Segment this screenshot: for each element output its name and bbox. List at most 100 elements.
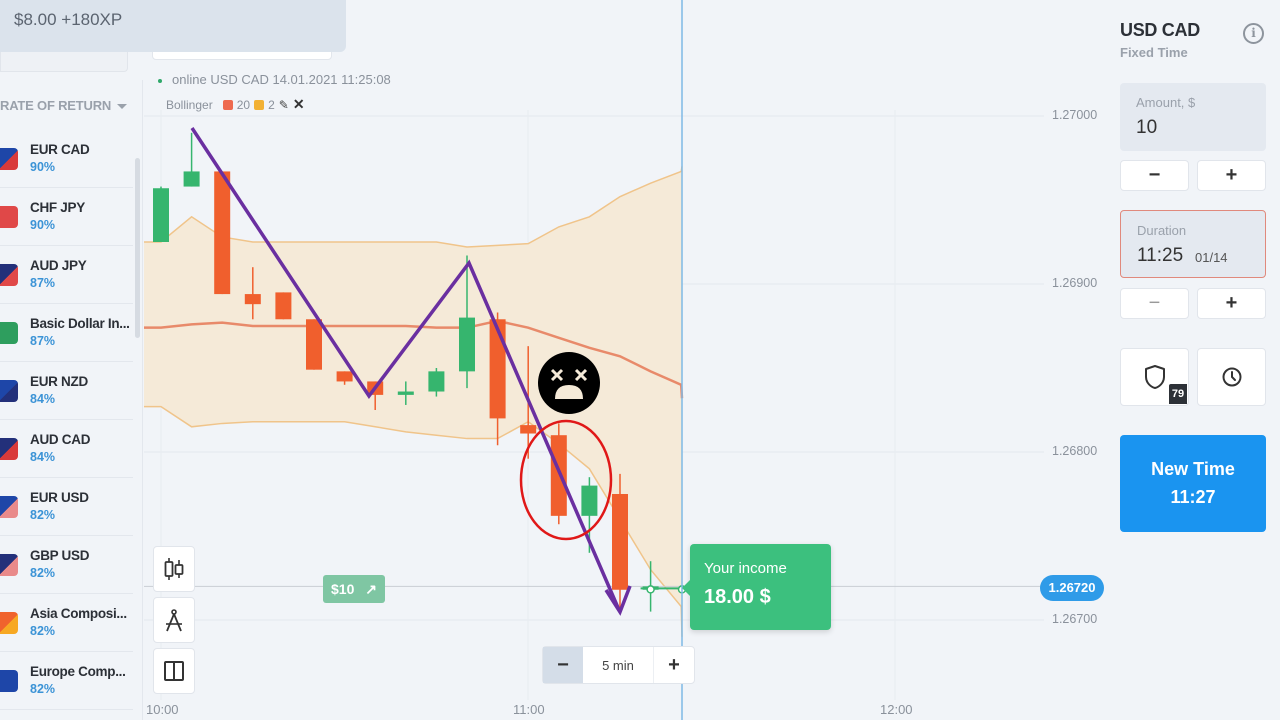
asset-title: USD CAD [1120, 20, 1200, 40]
asset-item[interactable]: Asia Composi... 82% [0, 594, 133, 652]
deal-entry-point [646, 585, 655, 594]
amount-minus-button[interactable]: − [1120, 160, 1189, 191]
candle-body [489, 319, 506, 419]
asset-item[interactable]: CHF JPY 90% [0, 188, 133, 246]
candle-body [612, 494, 628, 590]
asset-rate: 82% [30, 508, 56, 522]
asset-rate: 84% [30, 450, 56, 464]
indicator-legend: Bollinger 20 2 ✎ ✕ [166, 96, 305, 113]
duration-plus-button[interactable]: + [1197, 288, 1266, 319]
insurance-badge: 79 [1169, 384, 1187, 404]
duration-field[interactable]: Duration 11:25 01/14 [1120, 210, 1266, 278]
asia-composite-icon [0, 612, 18, 634]
asset-name: EUR USD [30, 490, 89, 505]
period-color-swatch [222, 99, 233, 110]
reward-notification: $8.00 +180XP [0, 0, 346, 52]
asset-name: Basic Dollar In... [30, 316, 130, 331]
layout-button[interactable] [153, 648, 195, 694]
x-tick-label: 11:00 [513, 702, 545, 717]
y-tick-label: 1.27000 [1052, 108, 1098, 122]
arrow-up-right-icon: ↗ [365, 581, 377, 597]
chart-area[interactable]: online USD CAD 14.01.2021 11:25:08 Bolli… [144, 0, 1120, 720]
drawing-tools-button[interactable] [153, 597, 195, 643]
bet-tag[interactable]: $10 ↗ [323, 575, 385, 603]
edit-pencil-icon[interactable]: ✎ [279, 98, 289, 112]
candle-body [214, 171, 231, 295]
timeframe-plus-button[interactable]: + [654, 647, 694, 683]
y-tick-label: 1.26800 [1052, 444, 1098, 458]
new-time-label: New Time [1151, 459, 1235, 479]
asset-name: CHF JPY [30, 200, 85, 215]
asset-item[interactable]: EUR USD 82% [0, 478, 133, 536]
asset-name: AUD JPY [30, 258, 87, 273]
status-text: online [172, 72, 207, 87]
asset-item[interactable]: EUR CAD 90% [0, 130, 133, 188]
candle-body [275, 292, 292, 320]
amount-field[interactable]: Amount, $ 10 [1120, 83, 1266, 151]
asset-item[interactable]: Europe Comp... 82% [0, 652, 133, 710]
bet-amount: $10 [331, 581, 355, 597]
aud-cad-flag [0, 438, 18, 460]
asset-rate: 82% [30, 682, 56, 696]
candle-body [244, 294, 261, 305]
asset-item[interactable]: AUD CAD 84% [0, 420, 133, 478]
deviation-color-swatch [254, 99, 265, 110]
sort-label: RATE OF RETURN [0, 98, 112, 113]
chart-symbol: USD CAD [210, 72, 269, 87]
duration-minus-button[interactable]: − [1120, 288, 1189, 319]
eur-cad-flag [0, 148, 18, 170]
duration-date: 01/14 [1195, 250, 1228, 265]
timeframe-minus-button[interactable]: − [543, 647, 583, 683]
candle-body [581, 485, 598, 516]
timeframe-label[interactable]: 5 min [583, 647, 654, 683]
insurance-button[interactable]: 79 [1120, 348, 1189, 406]
trade-mode: Fixed Time [1120, 45, 1188, 60]
online-dot-icon [158, 78, 162, 83]
caret-down-icon [117, 104, 128, 110]
asset-rate: 82% [30, 624, 56, 638]
asset-rate: 87% [30, 334, 56, 348]
asset-rate: 82% [30, 566, 56, 580]
y-tick-label: 1.26900 [1052, 276, 1098, 290]
chf-jpy-flag [0, 206, 18, 228]
asset-item[interactable]: EUR NZD 84% [0, 362, 133, 420]
new-time-value: 11:27 [1170, 487, 1216, 507]
amount-plus-button[interactable]: + [1197, 160, 1266, 191]
asset-rate: 90% [30, 218, 56, 232]
chart-timestamp: 14.01.2021 11:25:08 [272, 72, 391, 87]
asset-item[interactable]: GBP USD 82% [0, 536, 133, 594]
indicator-name: Bollinger [166, 97, 213, 112]
asset-item[interactable]: AUD JPY 87% [0, 246, 133, 304]
aud-jpy-flag [0, 264, 18, 286]
remove-indicator-icon[interactable]: ✕ [293, 96, 305, 113]
candle-body [397, 391, 414, 395]
schedule-button[interactable] [1197, 348, 1266, 406]
x-tick-label: 12:00 [880, 702, 913, 717]
duration-label: Duration [1137, 223, 1187, 238]
trade-panel: USD CAD Fixed Time i Amount, $ 10 − + Du… [1120, 0, 1280, 720]
amount-value: 10 [1136, 117, 1158, 138]
trading-app: RATE OF RETURN EUR CAD 90% CHF JPY 90% AUD J… [0, 0, 1280, 720]
new-time-button[interactable]: New Time 11:27 [1120, 435, 1266, 532]
candle-body [183, 171, 200, 187]
compass-icon [166, 609, 182, 632]
reward-text: $8.00 +180XP [14, 10, 123, 29]
asset-name: Asia Composi... [30, 606, 127, 621]
y-tick-label: 1.26700 [1052, 612, 1098, 626]
info-icon[interactable]: i [1243, 23, 1264, 44]
candle-body [428, 371, 445, 392]
asset-rate: 90% [30, 160, 56, 174]
x-tick-label: 10:00 [146, 702, 179, 717]
sidebar-scrollbar[interactable] [135, 158, 140, 338]
candle-body [153, 188, 169, 242]
sort-dropdown[interactable]: RATE OF RETURN [0, 98, 128, 113]
asset-item[interactable]: Basic Dollar In... 87% [0, 304, 133, 362]
asset-rate: 84% [30, 392, 56, 406]
timeframe-control: − 5 min + [542, 646, 695, 684]
chart-type-button[interactable] [153, 546, 195, 592]
indicator-deviation: 2 [268, 97, 275, 112]
eur-usd-flag [0, 496, 18, 518]
candle-body [550, 435, 567, 516]
candle-body [306, 319, 322, 370]
gbp-usd-flag [0, 554, 18, 576]
